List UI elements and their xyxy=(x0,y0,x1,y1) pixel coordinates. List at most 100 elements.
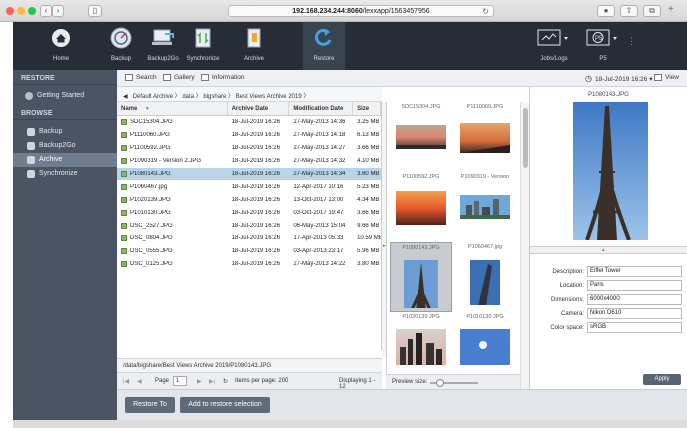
back-icon[interactable]: ‹ xyxy=(40,5,52,17)
toolbar-backup[interactable]: Backup xyxy=(101,26,141,62)
first-page-icon[interactable]: |◀ xyxy=(123,378,129,385)
table-row[interactable]: P1020139.JPG 18-Jul-2019 16:26 13-Oct-2017… xyxy=(117,193,381,206)
backup-icon xyxy=(27,128,35,136)
splitter-handle-icon[interactable]: ▴ xyxy=(602,247,605,253)
thumbnail-selected[interactable]: P1080143.JPG xyxy=(390,242,452,313)
selected-path: /data/bigshare/Best Views Archive 2019/P… xyxy=(117,358,382,372)
preview-splitter[interactable]: ▴ xyxy=(530,246,687,254)
thumbnail[interactable]: SDC15304.JPG xyxy=(390,102,452,172)
refresh-icon[interactable]: ↻ xyxy=(223,378,228,385)
apply-button[interactable]: Apply xyxy=(643,374,681,385)
more-options-icon[interactable]: ⋮ xyxy=(627,36,636,47)
toolbar-synchronize[interactable]: Synchronize xyxy=(183,26,223,62)
table-row[interactable]: DSC_2527.JPG 18-Jul-2019 16:26 06-May-2013… xyxy=(117,219,381,232)
tab-gallery[interactable]: Gallery xyxy=(163,74,195,81)
address-bar[interactable]: 192.168.234.244:8060/lexxapp/1563457956 … xyxy=(228,5,494,17)
archive-date: 18-Jul-2019 16:26 xyxy=(231,132,280,139)
tabs-icon[interactable]: ⧉ xyxy=(643,5,661,17)
close-window-icon[interactable] xyxy=(6,7,14,15)
thumbnail-image xyxy=(404,260,438,313)
thumbnail[interactable]: P1020139.JPG xyxy=(390,312,452,374)
share-icon[interactable]: ⇧ xyxy=(620,5,638,17)
table-row[interactable]: P1060467.jpg 18-Jul-2019 16:26 12-Apr-2017… xyxy=(117,180,381,193)
page-input[interactable]: 1 xyxy=(173,376,187,386)
items-per-page[interactable]: Items per page: 200 xyxy=(235,378,288,384)
toolbar-archive[interactable]: Archive xyxy=(234,26,274,62)
tab-search[interactable]: Search xyxy=(125,74,157,81)
minimize-window-icon[interactable] xyxy=(17,7,25,15)
scrollbar-knob[interactable] xyxy=(523,108,528,168)
tab-information[interactable]: Information xyxy=(201,74,245,81)
modification-date: 27-May-2013 14:32 xyxy=(293,158,346,165)
next-page-icon[interactable]: ▶ xyxy=(197,378,202,385)
zoom-window-icon[interactable] xyxy=(28,7,36,15)
breadcrumb-back-icon[interactable]: ◀ xyxy=(123,94,128,100)
sidebar-item-getting-started[interactable]: Getting Started xyxy=(13,89,117,103)
table-row[interactable]: SDC15304.JPG 18-Jul-2019 16:26 27-May-2013… xyxy=(117,116,381,129)
backup2go-icon xyxy=(151,26,175,50)
file-name: P1090319 - Version 2.JPG xyxy=(130,158,202,165)
thumbnail[interactable]: P1060467.jpg xyxy=(454,242,516,312)
thumbnail[interactable]: P1010130.JPG xyxy=(454,312,516,374)
slider-knob[interactable] xyxy=(436,379,444,387)
sidebar-item-archive[interactable]: Archive xyxy=(13,153,117,167)
toolbar-p5-label: P5 xyxy=(599,56,607,62)
thumbnail-caption: P1100592.JPG xyxy=(402,174,440,180)
image-file-icon xyxy=(121,119,127,126)
column-modification-date[interactable]: Modification Date xyxy=(289,102,354,115)
breadcrumb-item[interactable]: Best Views Archive 2019 xyxy=(236,94,302,100)
toolbar-home[interactable]: Home xyxy=(41,26,81,62)
reload-icon[interactable]: ↻ xyxy=(482,6,489,17)
restore-to-button[interactable]: Restore To xyxy=(125,397,175,413)
table-row[interactable]: P1110060.JPG 18-Jul-2019 16:26 27-May-2013… xyxy=(117,129,381,142)
table-row[interactable]: P1090319 - Version 2.JPG 18-Jul-2019 16:2… xyxy=(117,155,381,168)
toolbar-synchronize-label: Synchronize xyxy=(186,56,220,62)
table-row[interactable]: DSC_0125.JPG 18-Jul-2019 16:26 27-May-2013… xyxy=(117,258,381,271)
thumbnail-caption: SDC15304.JPG xyxy=(401,104,441,110)
toolbar-jobs-logs[interactable]: Jobs/Logs xyxy=(533,26,575,62)
table-row[interactable]: DSC_0804.JPG 18-Jul-2019 16:26 17-Apr-2013… xyxy=(117,232,381,245)
location-field[interactable]: Paris xyxy=(587,280,682,291)
view-button[interactable]: View xyxy=(654,74,679,81)
property-label: Location: xyxy=(559,282,584,289)
archive-date: 18-Jul-2019 16:26 xyxy=(231,261,280,268)
new-tab-icon[interactable]: + xyxy=(668,4,674,15)
sidebar-item-synchronize[interactable]: Synchronize xyxy=(13,167,117,181)
column-name[interactable]: Name ▼ xyxy=(117,102,228,115)
sidebar-item-backup2go[interactable]: Backup2Go xyxy=(13,139,117,153)
toolbar-p5[interactable]: P5 P5 xyxy=(583,26,623,62)
last-page-icon[interactable]: ▶| xyxy=(209,378,215,385)
preview-size-label: Preview size: xyxy=(392,379,428,385)
toolbar-restore[interactable]: Restore xyxy=(303,22,345,70)
table-row[interactable]: P1010130.JPG 18-Jul-2019 16:26 03-Oct-2017… xyxy=(117,206,381,219)
sort-icon: ▼ xyxy=(145,105,150,112)
add-to-restore-selection-button[interactable]: Add to restore selection xyxy=(180,397,270,413)
table-row[interactable]: DSC_0555.JPG 18-Jul-2019 16:26 03-Apr-2013… xyxy=(117,245,381,258)
toolbar-backup2go[interactable]: Backup2Go xyxy=(143,26,183,62)
thumbnail[interactable]: P1110060.JPG xyxy=(454,102,516,172)
breadcrumb-item[interactable]: bigshare xyxy=(203,94,226,100)
date-selector[interactable]: ◷ 18-Jul-2019 16:26 ▾ xyxy=(585,74,652,83)
privacy-icon[interactable]: ● xyxy=(597,5,615,17)
file-name: P1110060.JPG xyxy=(130,132,170,139)
sidebar-toggle-icon[interactable]: ▯ xyxy=(88,5,102,17)
thumbnail[interactable]: P1100592.JPG xyxy=(390,172,452,242)
dimensions-field[interactable]: 6000x4000 xyxy=(587,294,682,305)
description-field[interactable]: Eiffel Tower xyxy=(587,266,682,277)
color-space-field[interactable]: sRGB xyxy=(587,322,682,333)
thumbnail[interactable]: P1090319 - Version xyxy=(454,172,516,242)
sidebar-item-backup[interactable]: Backup xyxy=(13,125,117,139)
column-size[interactable]: Size xyxy=(353,102,381,115)
forward-icon[interactable]: › xyxy=(52,5,64,17)
table-body: SDC15304.JPG 18-Jul-2019 16:26 27-May-2013… xyxy=(117,116,381,271)
gallery-scrollbar[interactable] xyxy=(520,102,529,389)
table-row-selected[interactable]: P1080143.JPG 18-Jul-2019 16:26 27-May-2013… xyxy=(117,167,381,181)
breadcrumb-item[interactable]: data xyxy=(182,94,194,100)
table-row[interactable]: P1100592.JPG 18-Jul-2019 16:26 27-May-2013… xyxy=(117,142,381,155)
file-size: 4.34 MB xyxy=(357,196,380,203)
camera-field[interactable]: Nikon D610 xyxy=(587,308,682,319)
view-tabs-bar: Search Gallery Information ◷ 18-Jul-2019 … xyxy=(117,70,687,87)
column-archive-date[interactable]: Archive Date xyxy=(228,102,290,115)
prev-page-icon[interactable]: ◀ xyxy=(137,378,142,385)
breadcrumb-item[interactable]: Default Archive xyxy=(133,94,173,100)
